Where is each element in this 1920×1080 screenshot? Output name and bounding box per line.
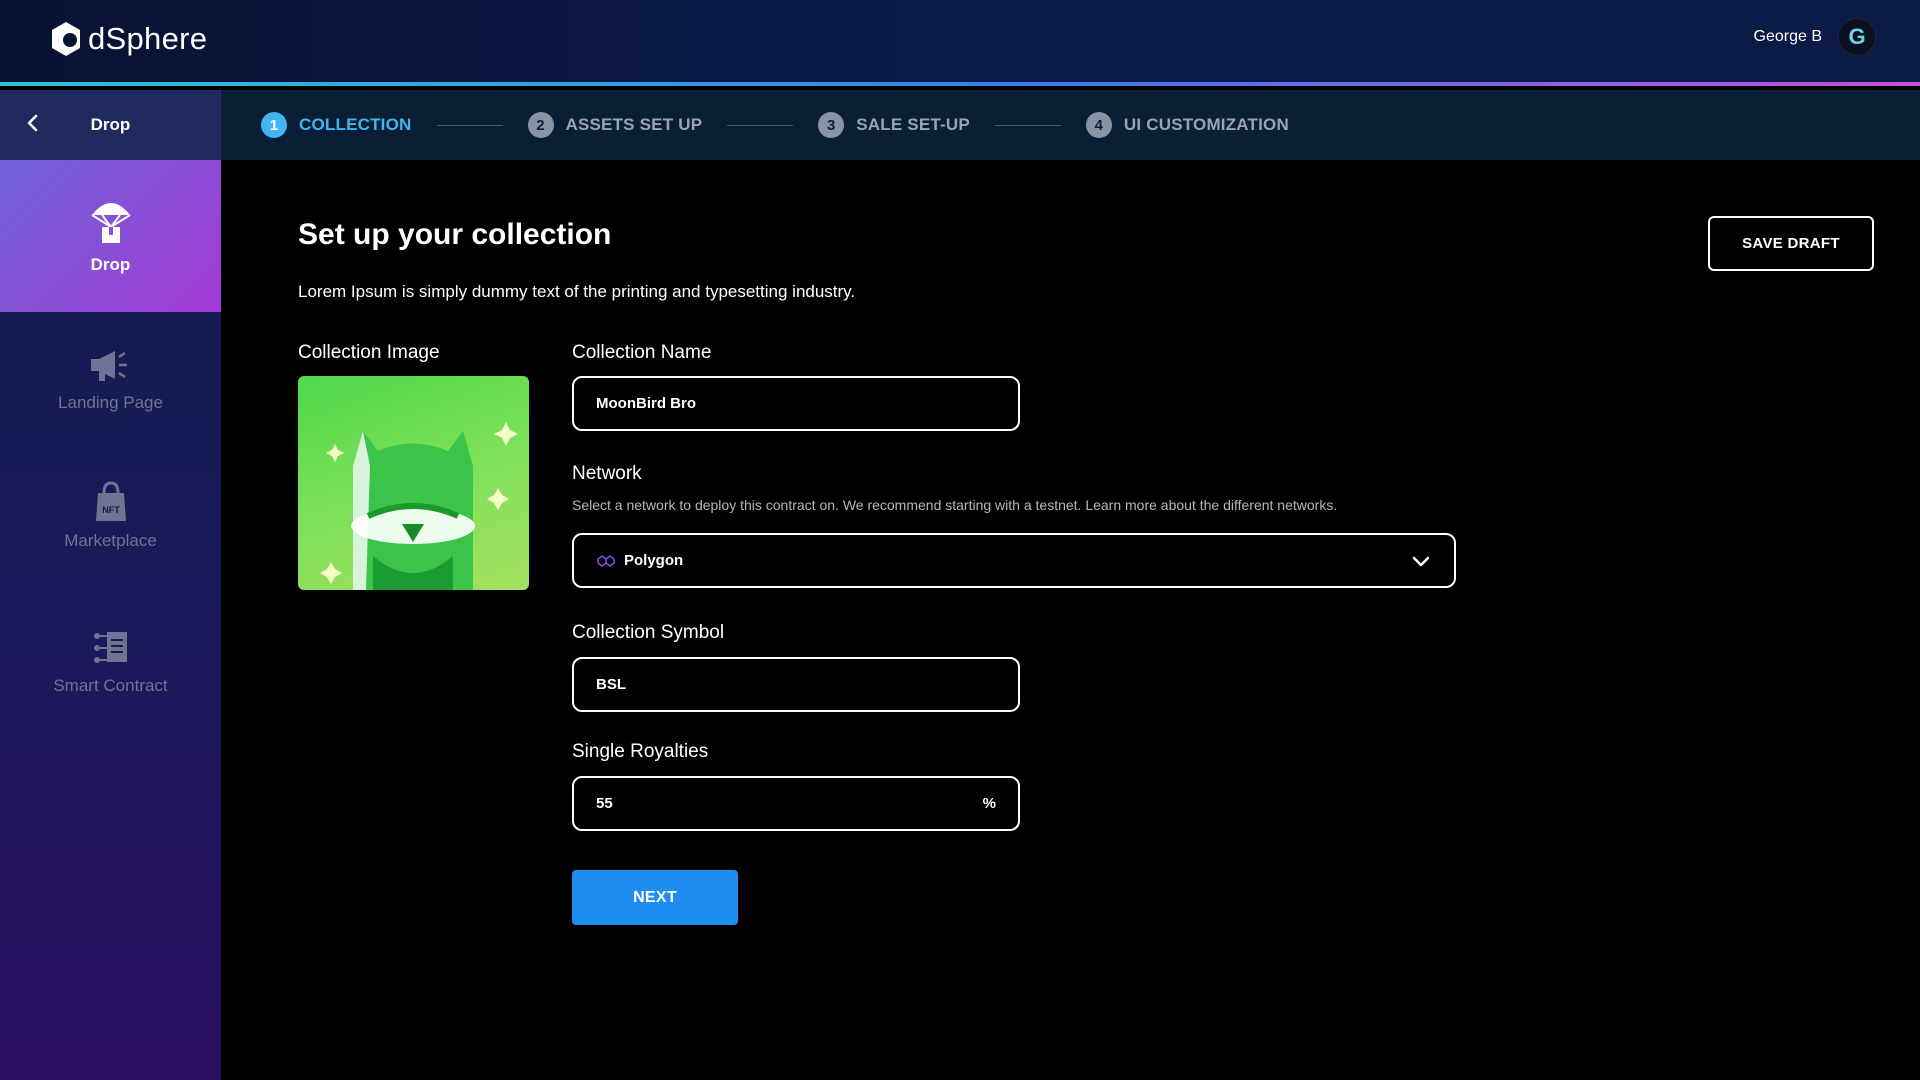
avatar[interactable]: G <box>1838 18 1876 56</box>
step-collection[interactable]: 1 COLLECTION <box>261 112 412 138</box>
network-selected-value: Polygon <box>624 552 684 569</box>
percent-suffix: % <box>982 795 996 812</box>
step-connector <box>436 124 503 126</box>
sidebar-item-label: Marketplace <box>64 531 157 550</box>
sidebar-item-landing-page[interactable]: Landing Page <box>0 312 221 448</box>
megaphone-icon <box>90 351 127 381</box>
moonbird-owl-image <box>320 422 518 590</box>
back-arrow-icon[interactable] <box>22 112 44 134</box>
collection-symbol-value: BSL <box>596 676 626 693</box>
collection-name-label: Collection Name <box>572 342 712 363</box>
progress-stepper: 1 COLLECTION 2 ASSETS SET UP 3 SALE SET-… <box>221 90 1920 160</box>
sidebar-item-label: Landing Page <box>58 393 163 412</box>
step-number: 2 <box>527 112 554 138</box>
collection-image[interactable] <box>298 376 529 590</box>
step-sale-set-up[interactable]: 3 SALE SET-UP <box>818 112 970 138</box>
app-logo[interactable]: dSphere <box>48 20 207 58</box>
sidebar-header: Drop <box>0 90 221 160</box>
contract-document-icon <box>93 632 127 663</box>
header-accent-line <box>0 82 1920 86</box>
step-number: 3 <box>818 112 845 138</box>
dsphere-logo-icon <box>52 22 80 56</box>
step-connector <box>994 124 1061 126</box>
user-name: George B <box>1753 28 1822 45</box>
single-royalties-label: Single Royalties <box>572 741 709 762</box>
page-title: Set up your collection <box>298 218 612 251</box>
step-label: COLLECTION <box>299 115 412 134</box>
collection-name-value: MoonBird Bro <box>596 395 696 412</box>
step-ui-customization[interactable]: 4 UI CUSTOMIZATION <box>1085 112 1289 138</box>
sidebar: Drop Drop Landing Page NFT Marketplace S… <box>0 90 221 1080</box>
network-select[interactable]: Polygon <box>572 533 1456 588</box>
sidebar-item-marketplace[interactable]: NFT Marketplace <box>0 448 221 584</box>
main-content: Set up your collection Lorem Ipsum is si… <box>221 160 1920 1080</box>
sidebar-item-label: Drop <box>90 255 131 274</box>
sidebar-item-drop[interactable]: Drop <box>0 160 221 312</box>
step-connector <box>727 124 794 126</box>
sidebar-item-smart-contract[interactable]: Smart Contract <box>0 584 221 740</box>
polygon-icon <box>597 554 615 567</box>
parachute-box-icon <box>90 203 131 243</box>
network-help-text: Select a network to deploy this contract… <box>572 497 1338 513</box>
svg-text:NFT: NFT <box>102 505 120 515</box>
collection-symbol-label: Collection Symbol <box>572 622 725 643</box>
collection-name-input[interactable]: MoonBird Bro <box>572 376 1020 431</box>
logo-text: dSphere <box>88 21 208 56</box>
top-header: dSphere George B G <box>0 0 1920 86</box>
chevron-down-icon <box>1412 556 1430 566</box>
page-subtitle: Lorem Ipsum is simply dummy text of the … <box>298 282 856 301</box>
single-royalties-value: 55 <box>596 795 613 812</box>
step-label: ASSETS SET UP <box>565 115 703 134</box>
single-royalties-input[interactable]: 55 % <box>572 776 1020 831</box>
step-assets-set-up[interactable]: 2 ASSETS SET UP <box>527 112 703 138</box>
save-draft-button[interactable]: SAVE DRAFT <box>1708 216 1874 271</box>
step-number: 1 <box>261 112 287 138</box>
nft-bag-icon: NFT <box>95 481 126 521</box>
next-button[interactable]: NEXT <box>572 870 738 925</box>
step-label: SALE SET-UP <box>856 115 970 134</box>
step-label: UI CUSTOMIZATION <box>1123 115 1289 134</box>
sidebar-item-label: Smart Contract <box>53 676 168 695</box>
network-label: Network <box>572 463 642 484</box>
step-number: 4 <box>1085 112 1112 138</box>
collection-symbol-input[interactable]: BSL <box>572 657 1020 712</box>
user-menu[interactable]: George B G <box>1754 18 1876 56</box>
collection-image-label: Collection Image <box>298 342 440 363</box>
